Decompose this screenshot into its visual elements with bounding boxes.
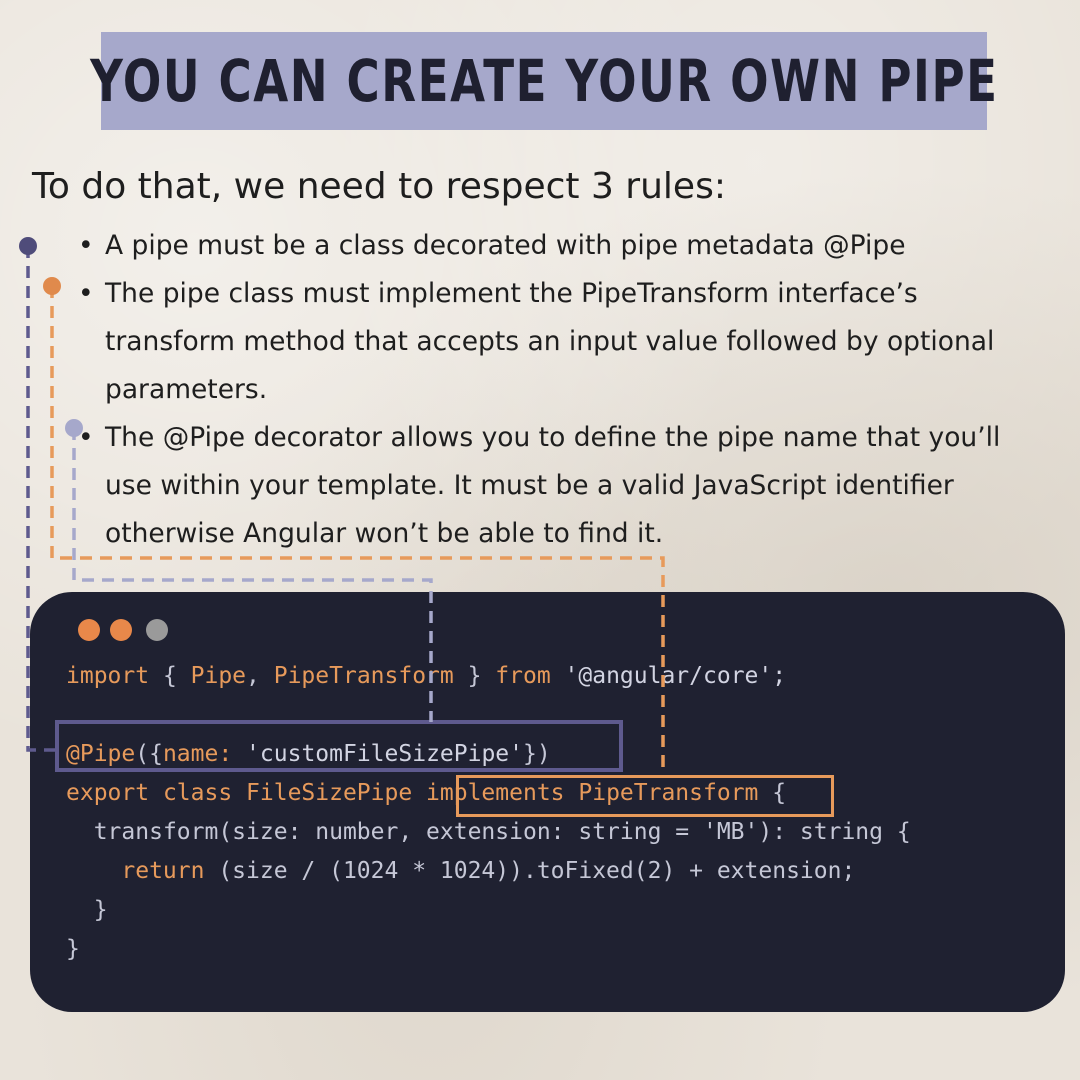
code-token: class (149, 780, 247, 806)
connector-dot-rule1-icon (19, 237, 37, 255)
bullet-icon: • (78, 230, 94, 261)
code-line-method-close: } (66, 891, 911, 930)
window-dot-orange-icon (78, 619, 100, 641)
rule-text: The @Pipe decorator allows you to define… (105, 422, 1001, 549)
code-token: Pipe (190, 663, 247, 689)
page-title: YOU CAN CREATE YOUR OWN PIPE (89, 47, 999, 115)
code-token: (size / (1024 * 1024)).toFixed(2) + exte… (204, 858, 856, 884)
window-dot-orange-icon (110, 619, 132, 641)
window-dot-gray-icon (146, 619, 168, 641)
code-token: '@angular/core'; (550, 663, 787, 689)
intro-text: To do that, we need to respect 3 rules: (32, 166, 726, 207)
code-token: FileSizePipe (246, 780, 427, 806)
code-line-import: import { Pipe, PipeTransform } from '@an… (66, 657, 911, 696)
title-banner: YOU CAN CREATE YOUR OWN PIPE (90, 32, 997, 130)
code-token: } (453, 663, 496, 689)
rule-text: A pipe must be a class decorated with pi… (105, 230, 906, 261)
rule-item-1: • A pipe must be a class decorated with … (78, 222, 1038, 270)
code-token: from (495, 663, 551, 689)
code-token: } (66, 936, 80, 962)
bullet-icon: • (78, 278, 94, 309)
code-line-return: return (size / (1024 * 1024)).toFixed(2)… (66, 852, 911, 891)
code-token: transform(size: number, extension: strin… (93, 819, 911, 845)
rules-list: • A pipe must be a class decorated with … (78, 222, 1038, 558)
code-token: } (66, 897, 108, 923)
bullet-icon: • (78, 422, 94, 453)
code-token: return (121, 858, 205, 884)
connector-dot-rule2-icon (43, 277, 61, 295)
code-line-class-close: } (66, 930, 911, 969)
code-token: { (149, 663, 191, 689)
rule-item-3: • The @Pipe decorator allows you to defi… (78, 414, 1038, 558)
code-token: , (246, 663, 274, 689)
code-token: export (66, 780, 150, 806)
rule-item-2: • The pipe class must implement the Pipe… (78, 270, 1038, 414)
implements-highlight-box (456, 775, 834, 817)
decorator-highlight-box (55, 720, 623, 772)
code-token: import (66, 663, 150, 689)
code-line-method: transform(size: number, extension: strin… (66, 813, 911, 852)
rule-text: The pipe class must implement the PipeTr… (105, 278, 995, 405)
code-token: PipeTransform (273, 663, 454, 689)
